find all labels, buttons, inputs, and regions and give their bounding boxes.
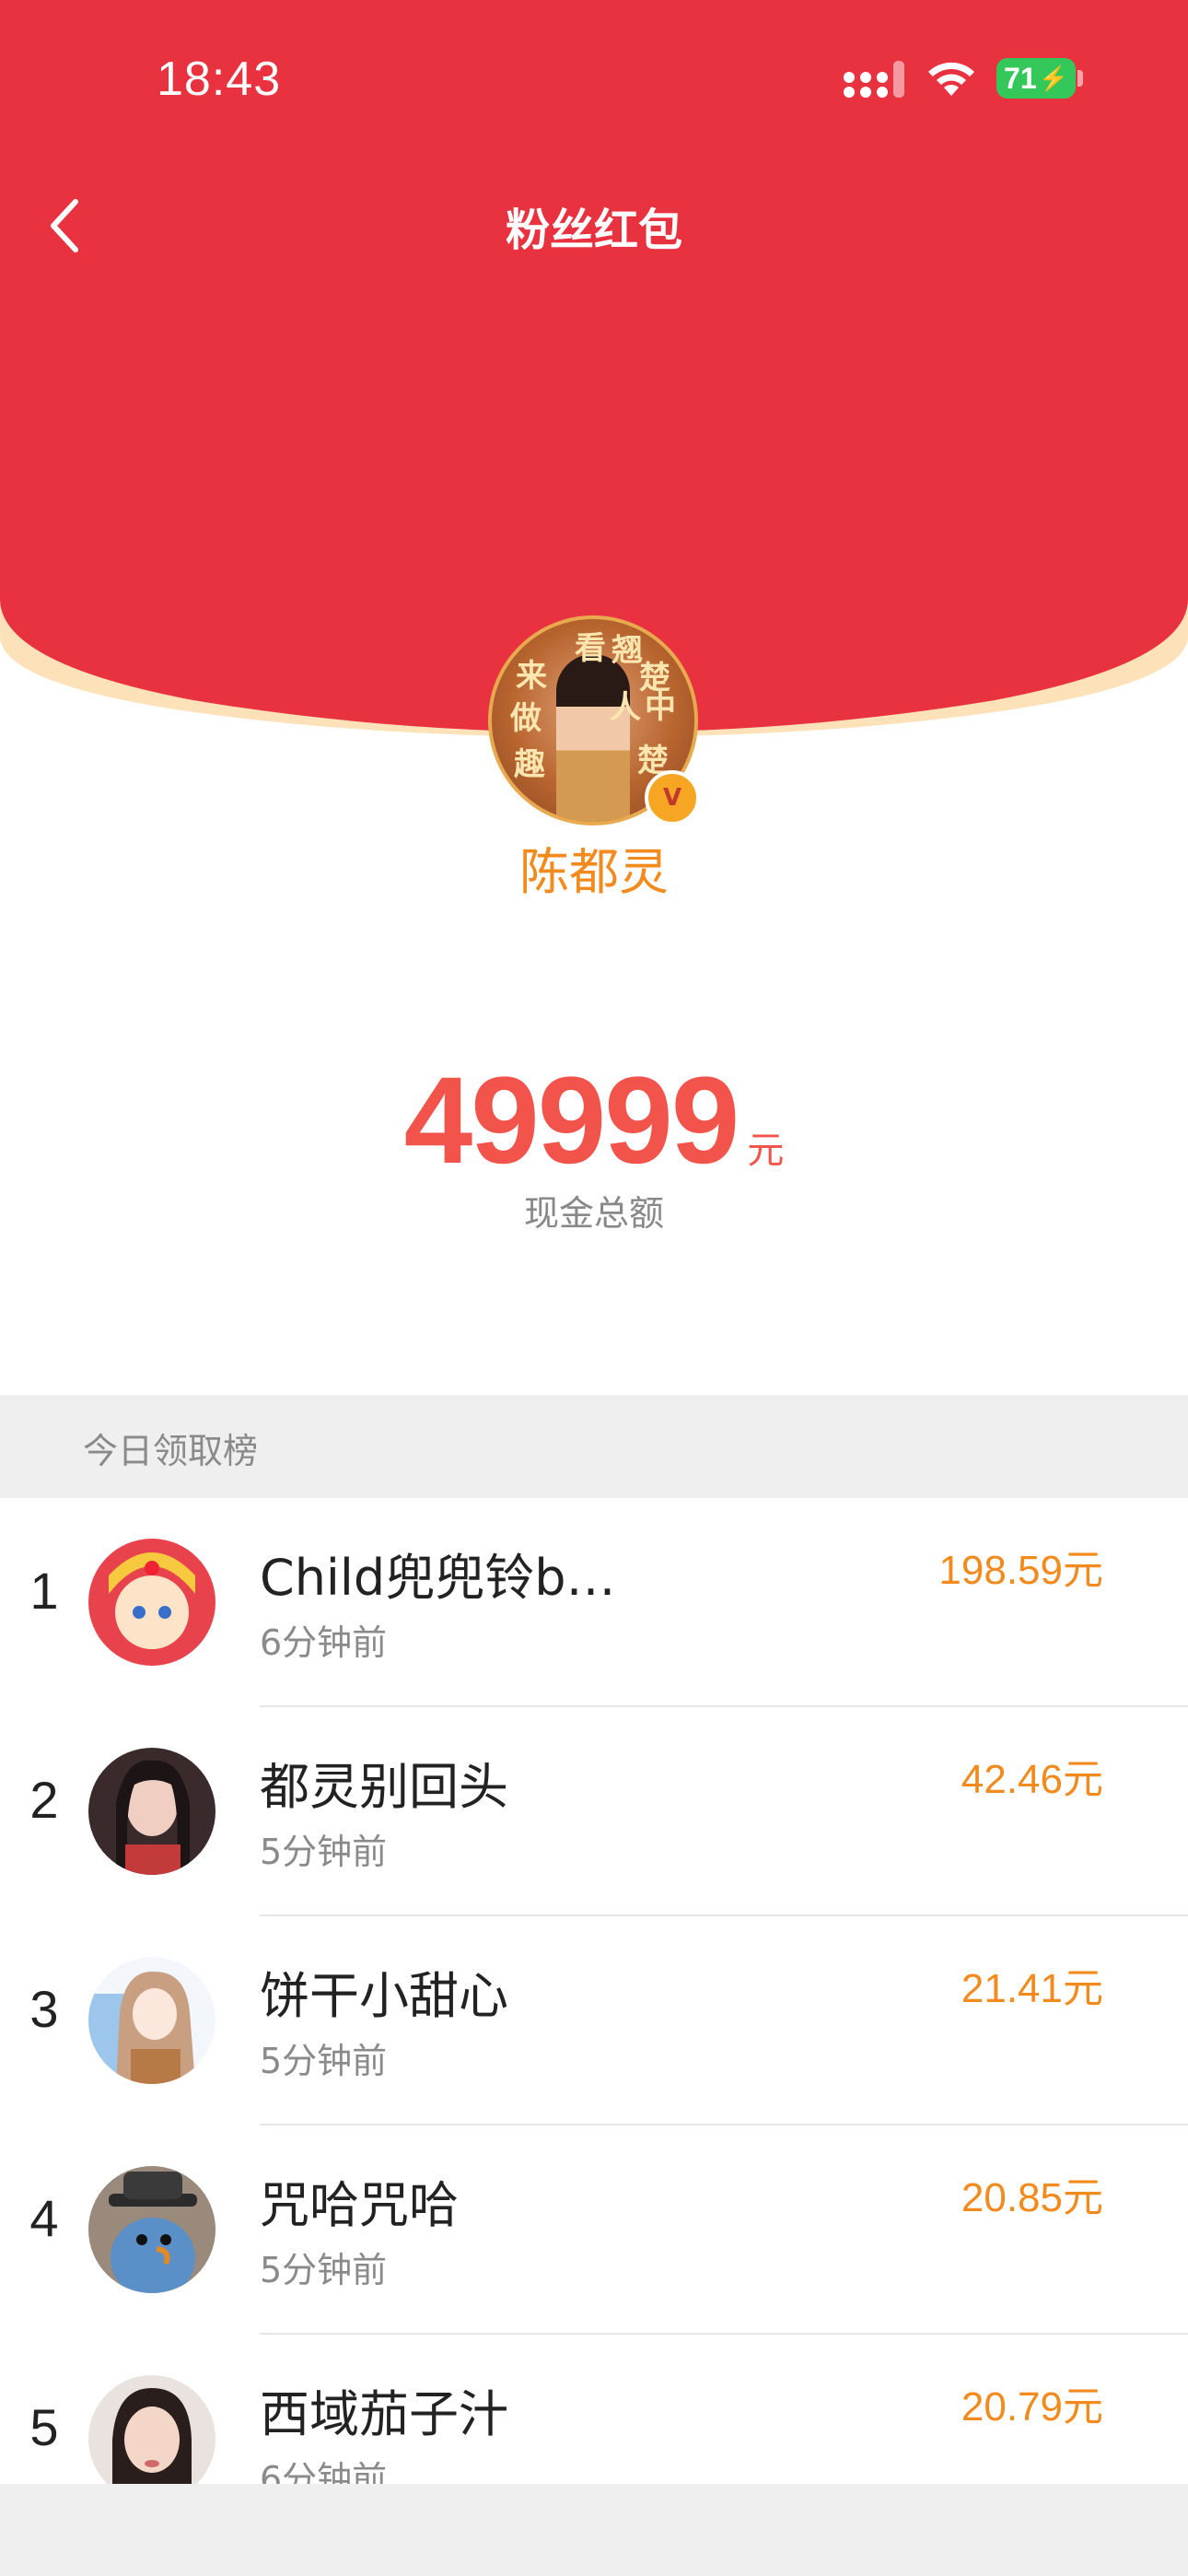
amount-unit: 元 (747, 1130, 785, 1172)
claim-amount: 20.79元 (961, 2384, 1103, 2430)
cartoon-girl-avatar-icon[interactable] (88, 1539, 215, 1666)
rank-number: 4 (29, 2189, 59, 2247)
avatar-text: 来 (516, 658, 547, 695)
page-title: 粉丝红包 (505, 205, 682, 256)
user-name: 都灵别回头 (260, 1758, 508, 1816)
woman-portrait-avatar-icon[interactable] (88, 2375, 215, 2484)
amount-display: 49999 元 (0, 1050, 1188, 1191)
leaderboard-header: 今日领取榜 (0, 1395, 1188, 1498)
wifi-icon (928, 62, 974, 96)
charging-bolt-icon: ⚡ (1038, 64, 1068, 92)
claim-amount: 21.41元 (961, 1966, 1103, 2011)
claim-amount: 20.85元 (961, 2175, 1103, 2220)
status-bar: 18:43 71 ⚡ (0, 0, 1188, 166)
rank-number: 1 (29, 1562, 59, 1620)
claim-time: 6分钟前 (260, 1622, 388, 1663)
user-name: 咒哈咒哈 (260, 2176, 459, 2234)
leaderboard-list[interactable]: 1 Child兜兜铃b… 6分钟前 198.59元 2 都灵别回头 5分钟前 4… (0, 1498, 1188, 2484)
battery-level: 71 (1004, 61, 1037, 95)
avatar-text: 做 (510, 700, 542, 737)
total-amount: 49999 (403, 1052, 740, 1189)
avatar-text: 看 (575, 630, 606, 667)
portrait-figure (556, 654, 630, 822)
verified-badge-icon: V (645, 770, 700, 825)
battery-indicator: 71 ⚡ (996, 58, 1076, 99)
verified-badge-text: V (662, 784, 682, 812)
claim-amount: 198.59元 (938, 1548, 1103, 1593)
avatar-text: 中 (645, 689, 676, 726)
claim-time: 5分钟前 (260, 1832, 388, 1872)
cellular-signal-icon (844, 61, 904, 98)
leaderboard-row[interactable]: 4 咒哈咒哈 5分钟前 20.85元 (0, 2125, 1188, 2335)
claim-time: 6分钟前 (260, 2459, 388, 2484)
leaderboard-row[interactable]: 2 都灵别回头 5分钟前 42.46元 (0, 1707, 1188, 1916)
rank-number: 5 (29, 2398, 59, 2456)
avatar-text: 翘 (611, 632, 643, 669)
woman-portrait-avatar-icon[interactable] (88, 1748, 215, 1875)
leaderboard-row[interactable]: 3 饼干小甜心 5分钟前 21.41元 (0, 1916, 1188, 2125)
battery-tip (1077, 70, 1083, 87)
leaderboard-row[interactable]: 1 Child兜兜铃b… 6分钟前 198.59元 (0, 1498, 1188, 1707)
anime-girl-avatar-icon[interactable] (88, 1957, 215, 2084)
leaderboard-title: 今日领取榜 (83, 1431, 259, 1471)
claim-amount: 42.46元 (961, 1757, 1103, 1802)
rank-number: 2 (29, 1771, 59, 1829)
sender-avatar[interactable]: 来 看 翘 楚 做 人 中 趣 楚 V (488, 615, 700, 825)
avatar-text: 人 (610, 689, 641, 726)
user-name: 饼干小甜心 (260, 1967, 508, 2025)
bottom-bar (0, 2484, 1188, 2576)
sender-name[interactable]: 陈都灵 (0, 831, 1188, 904)
user-name: 西域茄子汁 (260, 2385, 508, 2443)
status-time: 18:43 (157, 53, 282, 106)
user-name: Child兜兜铃b… (260, 1549, 616, 1607)
claim-time: 5分钟前 (260, 2250, 388, 2290)
hat-creature-avatar-icon[interactable] (88, 2166, 215, 2293)
amount-caption: 现金总额 (523, 1193, 664, 1234)
avatar-text: 趣 (514, 746, 545, 783)
rank-number: 3 (29, 1980, 59, 2038)
leaderboard-row[interactable]: 5 西域茄子汁 6分钟前 20.79元 (0, 2335, 1188, 2484)
claim-time: 5分钟前 (260, 2041, 388, 2081)
